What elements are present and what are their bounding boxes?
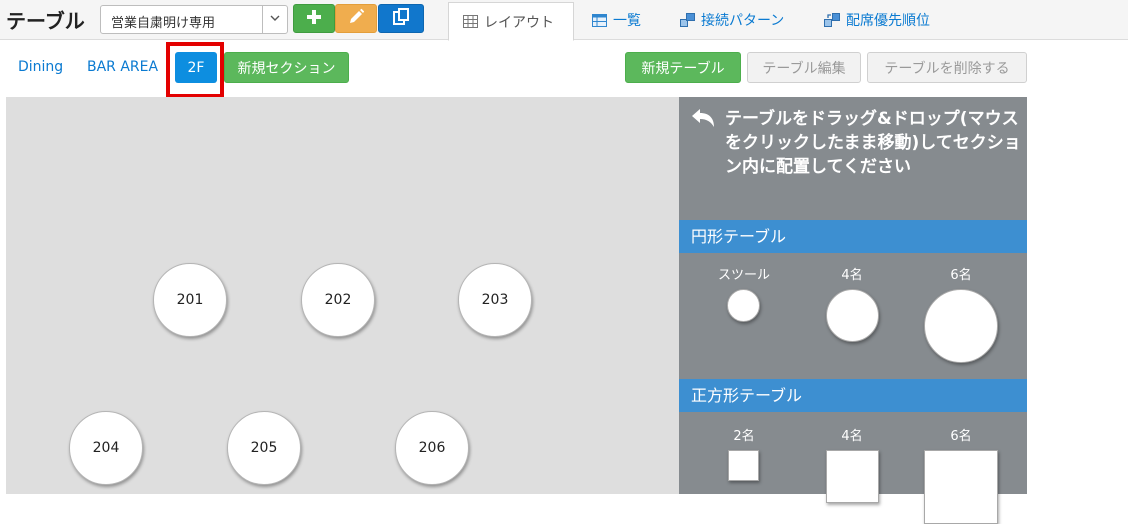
seat-priority-icon: [824, 13, 840, 27]
tab-connect-label: 接続パターン: [701, 13, 785, 29]
palette-label-square-2: 2名: [733, 429, 755, 444]
edit-table-button[interactable]: テーブル編集: [747, 52, 861, 83]
grid-icon: [463, 15, 478, 28]
business-select-value: 営業自粛明け専用: [111, 16, 216, 31]
palette-label-round-4: 4名: [841, 268, 863, 283]
section-tab-bar-area[interactable]: BAR AREA: [87, 59, 158, 75]
tab-connect-pattern[interactable]: 接続パターン: [680, 0, 784, 40]
palette-label-square-4: 4名: [841, 429, 863, 444]
palette-round-4[interactable]: [826, 289, 879, 342]
tab-priority-label: 配席優先順位: [846, 13, 930, 29]
palette-label-stool: スツール: [717, 268, 770, 283]
business-select[interactable]: 営業自粛明け専用: [100, 5, 288, 34]
new-table-button[interactable]: 新規テーブル: [625, 52, 741, 83]
tab-list[interactable]: 一覧: [592, 0, 641, 40]
palette-round-stool[interactable]: [727, 289, 760, 322]
section-tab-dining[interactable]: Dining: [18, 59, 63, 75]
tab-list-label: 一覧: [613, 13, 641, 29]
drag-instruction: テーブルをドラッグ&ドロップ(マウスをクリックしたまま移動)してセクション内に配…: [725, 109, 1021, 177]
table-205[interactable]: 205: [227, 411, 301, 485]
section-tab-2f[interactable]: 2F: [175, 52, 217, 83]
palette-label-round-6: 6名: [950, 268, 972, 283]
new-section-button[interactable]: 新規セクション: [224, 52, 349, 83]
pencil-icon: [347, 8, 365, 30]
chevron-down-icon[interactable]: [262, 6, 287, 33]
table-206[interactable]: 206: [395, 411, 469, 485]
table-201[interactable]: 201: [153, 263, 227, 337]
plus-icon: [306, 9, 322, 29]
table-203[interactable]: 203: [458, 263, 532, 337]
table-202[interactable]: 202: [301, 263, 375, 337]
palette-square-4[interactable]: [826, 450, 879, 503]
top-bar: テーブル 営業自粛明け専用 レイアウト 一覧 接続パターン 配席優先順位: [0, 0, 1128, 41]
table-list-icon: [592, 13, 607, 27]
tab-layout-label: レイアウト: [484, 14, 554, 31]
add-business-button[interactable]: [293, 4, 335, 33]
palette-label-square-6: 6名: [950, 429, 972, 444]
round-table-header: 円形テーブル: [679, 220, 1027, 253]
layout-canvas[interactable]: 201 202 203 204 205 206: [6, 97, 679, 494]
palette-round-6[interactable]: [924, 289, 998, 363]
delete-table-button[interactable]: テーブルを削除する: [867, 52, 1027, 83]
copy-business-button[interactable]: [378, 4, 424, 33]
connect-pattern-icon: [680, 13, 695, 27]
edit-business-button[interactable]: [335, 4, 377, 33]
palette-square-6[interactable]: [924, 450, 998, 524]
square-table-header: 正方形テーブル: [679, 379, 1027, 412]
page-title: テーブル: [6, 9, 85, 33]
tab-seat-priority[interactable]: 配席優先順位: [824, 0, 930, 40]
tab-layout[interactable]: レイアウト: [448, 2, 574, 41]
table-palette-panel: テーブルをドラッグ&ドロップ(マウスをクリックしたまま移動)してセクション内に配…: [679, 97, 1027, 524]
table-204[interactable]: 204: [69, 411, 143, 485]
palette-square-2[interactable]: [728, 450, 759, 481]
copy-icon: [391, 7, 411, 31]
undo-arrow-icon[interactable]: [689, 107, 717, 135]
